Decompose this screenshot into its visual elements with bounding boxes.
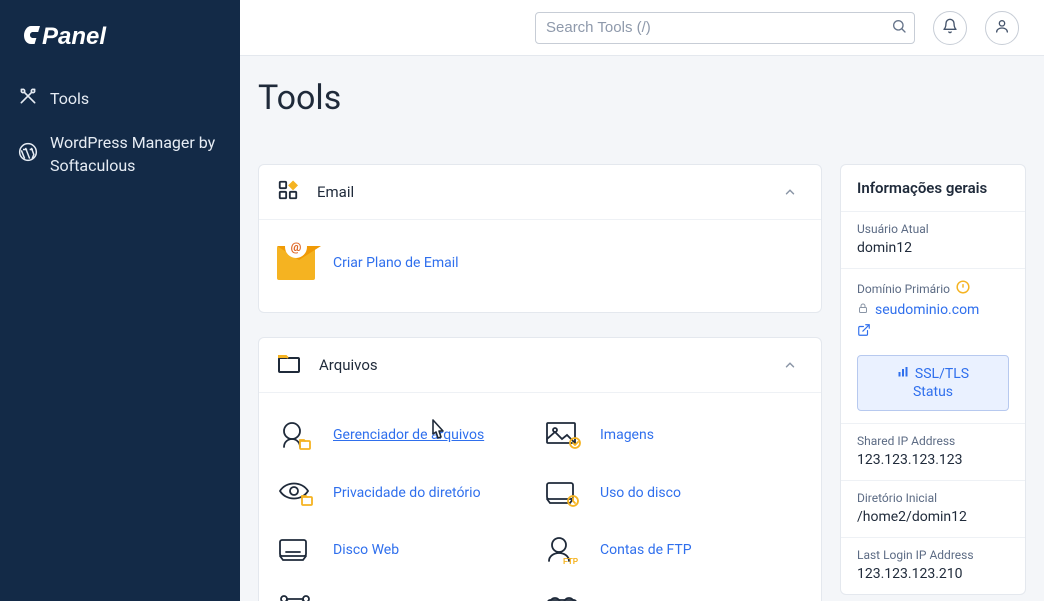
lock-icon — [857, 302, 869, 318]
tool-item-file-manager[interactable]: Gerenciador de arquivos — [277, 405, 536, 465]
search-wrap — [535, 12, 915, 44]
images-icon — [544, 421, 582, 449]
info-value: domin12 — [857, 240, 1009, 256]
topbar — [240, 0, 1044, 56]
bell-icon — [942, 18, 958, 38]
primary-domain-link[interactable]: seudominio.com — [857, 302, 1009, 318]
panel-title: Email — [317, 183, 759, 201]
info-label: Shared IP Address — [857, 434, 1009, 448]
domain-value: seudominio.com — [875, 302, 979, 318]
svg-text:Panel: Panel — [42, 23, 107, 50]
sidebar-item-tools[interactable]: Tools — [0, 76, 240, 122]
account-button[interactable] — [985, 11, 1019, 45]
tool-item-label: Criar Plano de Email — [333, 255, 459, 271]
main: Tools Ema — [240, 0, 1044, 601]
panel-title: Arquivos — [319, 356, 759, 374]
notifications-button[interactable] — [933, 11, 967, 45]
svg-text:FTP: FTP — [563, 557, 579, 565]
tool-item-ftp-connections[interactable]: FTP Conexões de FTP — [277, 579, 536, 601]
page-title: Tools — [258, 78, 1026, 118]
ftp-accounts-icon: FTP — [544, 535, 582, 565]
sidebar-item-label: Tools — [50, 88, 222, 110]
info-home-dir: Diretório Inicial /home2/domin12 — [841, 480, 1025, 537]
external-link-icon — [857, 323, 871, 337]
apps-icon — [277, 179, 299, 205]
sidebar: Panel Tools WordPress Manager by Softacu… — [0, 0, 240, 601]
info-last-login: Last Login IP Address 123.123.123.210 — [841, 537, 1025, 594]
info-card-title: Informações gerais — [841, 165, 1025, 211]
info-card: Informações gerais Usuário Atual domin12… — [840, 164, 1026, 595]
info-label: Diretório Inicial — [857, 491, 1009, 505]
info-value: /home2/domin12 — [857, 509, 1009, 525]
user-icon — [994, 18, 1010, 38]
ssl-status-button[interactable]: SSL/TLS Status — [857, 355, 1009, 411]
disk-usage-icon — [544, 479, 582, 507]
tool-item-label: Contas de FTP — [600, 542, 692, 558]
tool-item-directory-privacy[interactable]: Privacidade do diretório — [277, 465, 536, 521]
web-disk-icon — [277, 536, 315, 564]
info-label: Domínio Primário — [857, 282, 950, 296]
wordpress-icon — [18, 142, 38, 168]
anonymous-ftp-icon: FTP — [544, 593, 582, 601]
info-primary-domain: Domínio Primário seudominio.com — [841, 268, 1025, 423]
ftp-connections-icon: FTP — [277, 593, 315, 601]
info-label: Last Login IP Address — [857, 548, 1009, 562]
directory-privacy-icon — [277, 479, 315, 507]
tool-item-label: Uso do disco — [600, 485, 681, 501]
info-shared-ip: Shared IP Address 123.123.123.123 — [841, 423, 1025, 480]
chevron-up-icon — [783, 185, 797, 199]
panel-email: Email @ Criar Plano de Email — [258, 164, 822, 313]
panel-header-files[interactable]: Arquivos — [259, 338, 821, 392]
brand-logo[interactable]: Panel — [0, 22, 240, 76]
folder-icon — [277, 352, 301, 378]
info-current-user: Usuário Atual domin12 — [841, 211, 1025, 268]
file-manager-icon — [277, 419, 315, 451]
search-input[interactable] — [535, 12, 915, 44]
info-label: Usuário Atual — [857, 222, 1009, 236]
panel-files: Arquivos — [258, 337, 822, 601]
tool-item-label: Gerenciador de arquivos — [333, 427, 484, 443]
tool-item-label: Imagens — [600, 427, 654, 443]
tool-item-anonymous-ftp[interactable]: FTP FTP anônimo — [544, 579, 803, 601]
info-value: 123.123.123.210 — [857, 566, 1009, 582]
tool-item-email-plan[interactable]: @ Criar Plano de Email — [277, 232, 803, 294]
envelope-icon: @ — [277, 246, 315, 280]
collapse-button[interactable] — [777, 352, 803, 378]
collapse-button[interactable] — [777, 179, 803, 205]
sidebar-item-label: WordPress Manager by Softaculous — [50, 132, 222, 177]
tool-item-ftp-accounts[interactable]: FTP Contas de FTP — [544, 521, 803, 579]
tool-item-disk-usage[interactable]: Uso do disco — [544, 465, 803, 521]
sidebar-item-wordpress-manager[interactable]: WordPress Manager by Softaculous — [0, 122, 240, 187]
tool-item-web-disk[interactable]: Disco Web — [277, 521, 536, 579]
info-value: 123.123.123.123 — [857, 452, 1009, 468]
tool-item-label: Disco Web — [333, 542, 399, 558]
tools-icon — [18, 86, 38, 112]
open-domain-button[interactable] — [857, 322, 1009, 341]
chevron-up-icon — [783, 358, 797, 372]
bars-icon — [897, 366, 909, 382]
tool-item-images[interactable]: Imagens — [544, 405, 803, 465]
warning-icon — [956, 279, 970, 298]
panel-header-email[interactable]: Email — [259, 165, 821, 219]
tool-item-label: Privacidade do diretório — [333, 485, 481, 501]
